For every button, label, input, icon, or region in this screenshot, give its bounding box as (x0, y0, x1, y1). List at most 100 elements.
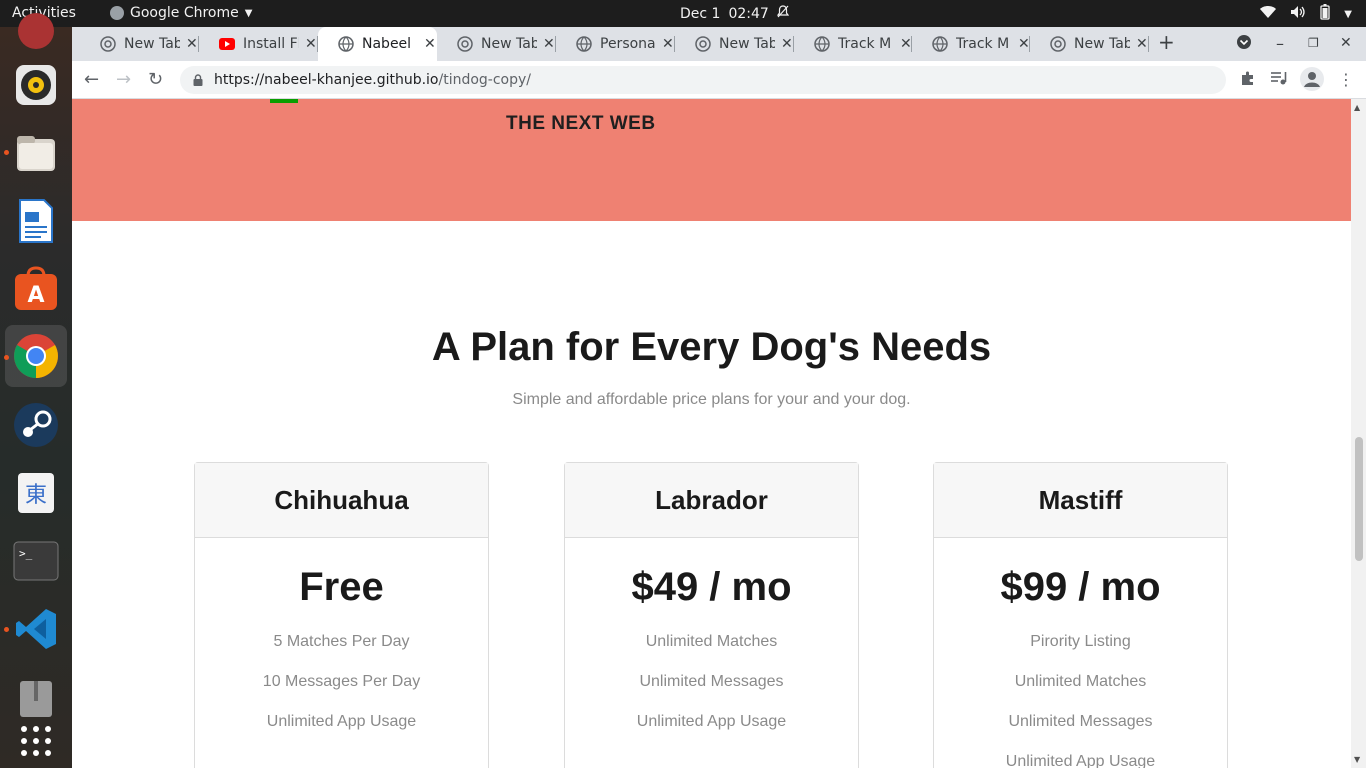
chrome-icon (100, 36, 116, 52)
svg-text:A: A (27, 283, 44, 308)
tab-new-tab-1[interactable]: New Tab ✕ (80, 27, 199, 61)
youtube-icon (219, 38, 235, 50)
close-icon[interactable]: ✕ (900, 36, 912, 52)
reload-icon[interactable]: ↻ (148, 69, 163, 90)
terminal-icon[interactable]: >_ (12, 537, 60, 585)
plan-feature: Unlimited App Usage (636, 713, 787, 730)
plan-price: $99 / mo (1000, 565, 1161, 609)
kebab-menu-icon[interactable]: ⋮ (1338, 70, 1354, 89)
tnw-logo-mark (520, 99, 670, 109)
back-icon[interactable]: ← (84, 69, 99, 90)
bell-off-icon (776, 5, 790, 22)
pricing-section: A Plan for Every Dog's Needs Simple and … (72, 221, 1351, 768)
plan-card-labrador: Labrador $49 / mo Unlimited Matches Unli… (564, 462, 859, 768)
pricing-subheading: Simple and affordable price plans for yo… (512, 391, 911, 408)
techcrunch-logo (270, 99, 298, 103)
wifi-icon (1260, 5, 1277, 23)
dock: A 東 >_ (0, 13, 72, 768)
close-icon[interactable]: ✕ (1136, 36, 1148, 52)
chrome-icon[interactable] (12, 332, 60, 380)
tab-title: Nabeel (362, 36, 412, 52)
globe-icon (576, 36, 592, 52)
close-icon[interactable]: ✕ (305, 36, 317, 52)
tab-personal[interactable]: Personal ✕ (556, 27, 675, 61)
tab-title: Track M (838, 36, 892, 52)
scroll-down-arrow-icon[interactable]: ▼ (1354, 755, 1360, 764)
close-icon[interactable]: ✕ (424, 36, 436, 52)
close-icon[interactable]: ✕ (543, 36, 555, 52)
chrome-icon (1050, 36, 1066, 52)
tab-new-tab-2[interactable]: New Tab ✕ (437, 27, 556, 61)
tab-strip: New Tab ✕ Install Fl ✕ Nabeel ✕ New Tab … (72, 27, 1366, 61)
clock-time: 02:47 (728, 5, 769, 22)
tab-track-2[interactable]: Track M ✕ (912, 27, 1030, 61)
plan-features: Unlimited Matches Unlimited Messages Unl… (565, 622, 858, 742)
plan-feature: Unlimited Messages (639, 673, 784, 690)
close-icon[interactable]: ✕ (781, 36, 793, 52)
plan-price: $49 / mo (631, 565, 792, 609)
close-window-icon[interactable]: ✕ (1340, 35, 1352, 51)
minimize-icon[interactable]: – (1276, 34, 1284, 53)
globe-icon (338, 36, 354, 52)
forward-icon[interactable]: → (116, 69, 131, 90)
scroll-up-arrow-icon[interactable]: ▲ (1354, 103, 1360, 112)
chevron-down-icon: ▼ (244, 7, 253, 19)
plan-feature: Unlimited App Usage (1005, 753, 1156, 768)
tab-title: New Tab (1074, 36, 1130, 52)
scrollbar-thumb[interactable] (1355, 437, 1363, 561)
extensions-puzzle-icon[interactable] (1240, 70, 1256, 90)
battery-icon (1320, 4, 1330, 24)
files-icon[interactable] (12, 129, 60, 177)
page-viewport: THE NEXT WEB A Plan for Every Dog's Need… (72, 99, 1351, 768)
plan-name: Labrador (565, 463, 858, 538)
address-bar[interactable]: https://nabeel-khanjee.github.io/tindog-… (180, 66, 1226, 94)
system-menu-chevron-icon: ▼ (1344, 8, 1352, 20)
vscode-icon[interactable] (12, 605, 60, 653)
new-tab-plus-icon[interactable]: + (1158, 30, 1175, 54)
tab-search-icon[interactable] (1236, 34, 1252, 54)
tab-nabeel[interactable]: Nabeel ✕ (318, 27, 437, 61)
apps-grid-icon[interactable] (12, 717, 60, 765)
svg-text:東: 東 (25, 483, 47, 508)
globe-icon (814, 36, 830, 52)
tab-track-1[interactable]: Track M ✕ (794, 27, 912, 61)
plan-card-mastiff: Mastiff $99 / mo Pirority Listing Unlimi… (933, 462, 1228, 768)
rhythmbox-icon[interactable] (12, 61, 60, 109)
plan-feature: Unlimited Messages (1008, 713, 1153, 730)
tab-install[interactable]: Install Fl ✕ (199, 27, 318, 61)
tab-title: Track M (956, 36, 1010, 52)
url-path: /tindog-copy/ (438, 72, 532, 88)
plan-features: 5 Matches Per Day 10 Messages Per Day Un… (195, 622, 488, 742)
app-menu-label: Google Chrome (130, 5, 239, 21)
profile-avatar-icon[interactable] (1300, 67, 1324, 95)
url-host: https://nabeel-khanjee.github.io (214, 72, 439, 88)
plan-feature: Unlimited App Usage (266, 713, 417, 730)
tab-title: Install Fl (243, 36, 299, 52)
close-icon[interactable]: ✕ (186, 36, 198, 52)
clock-date: Dec 1 (680, 5, 721, 22)
clock[interactable]: Dec 1 02:47 (680, 5, 790, 22)
page-scrollbar[interactable]: ▲ ▼ (1351, 99, 1366, 768)
chrome-small-icon (110, 6, 124, 20)
steam-icon[interactable] (12, 401, 60, 449)
ibus-icon[interactable]: 東 (12, 469, 60, 517)
maximize-icon[interactable]: ❐ (1308, 36, 1319, 50)
archive-icon[interactable] (12, 673, 60, 721)
volume-icon (1290, 5, 1306, 23)
close-icon[interactable]: ✕ (662, 36, 674, 52)
media-queue-icon[interactable] (1270, 70, 1288, 90)
plan-card-chihuahua: Chihuahua Free 5 Matches Per Day 10 Mess… (194, 462, 489, 768)
close-icon[interactable]: ✕ (1018, 36, 1030, 52)
tab-title: New Tab (719, 36, 775, 52)
plan-features: Pirority Listing Unlimited Matches Unlim… (934, 622, 1227, 768)
writer-icon[interactable] (12, 197, 60, 245)
tab-new-tab-3[interactable]: New Tab ✕ (675, 27, 794, 61)
dock-partial-icon[interactable] (12, 7, 60, 55)
system-status-area[interactable]: ▼ (1260, 4, 1352, 24)
plan-feature: 10 Messages Per Day (262, 673, 421, 690)
app-menu[interactable]: Google Chrome ▼ (110, 5, 252, 21)
plan-feature: 5 Matches Per Day (273, 633, 410, 650)
system-top-bar: Activities Google Chrome ▼ Dec 1 02:47 ▼ (0, 0, 1366, 27)
tab-new-tab-4[interactable]: New Tab ✕ (1030, 27, 1149, 61)
software-icon[interactable]: A (12, 265, 60, 313)
